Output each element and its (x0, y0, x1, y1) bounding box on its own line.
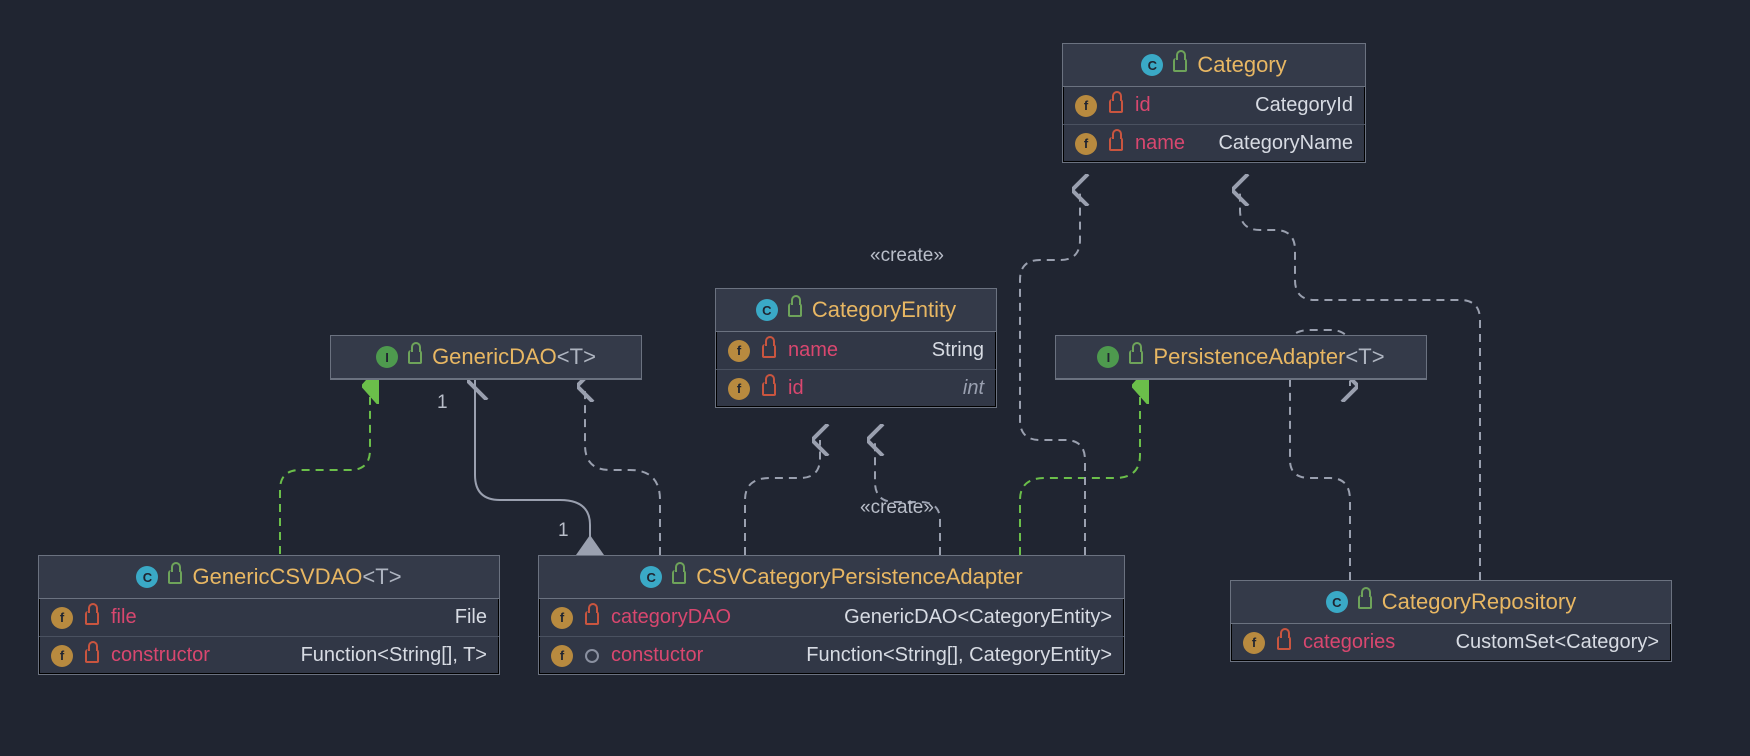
field-name: id (788, 377, 804, 400)
private-icon (85, 649, 99, 663)
field-type: Function<String[], CategoryEntity> (806, 644, 1112, 667)
field-type: Function<String[], T> (301, 644, 487, 667)
visibility-icon (1173, 58, 1187, 72)
private-icon (1109, 137, 1123, 151)
field-row: f constructor Function<String[], T> (39, 636, 499, 674)
field-name: id (1135, 94, 1151, 117)
field-row: f categoryDAO GenericDAO<CategoryEntity> (539, 599, 1124, 636)
class-csvcategorypersistenceadapter[interactable]: C CSVCategoryPersistenceAdapter f catego… (538, 555, 1125, 675)
field-row: f name String (716, 332, 996, 369)
class-icon: C (1141, 54, 1163, 76)
visibility-icon (1358, 595, 1372, 609)
class-title: C GenericCSVDAO<T> (39, 556, 499, 599)
edge-multiplicity: 1 (558, 520, 569, 542)
class-icon: C (640, 566, 662, 588)
private-icon (1277, 636, 1291, 650)
class-name: PersistenceAdapter<T> (1153, 344, 1384, 370)
private-icon (1109, 99, 1123, 113)
class-title: C Category (1063, 44, 1365, 87)
field-row: f name CategoryName (1063, 124, 1365, 162)
field-icon: f (51, 645, 73, 667)
field-name: name (1135, 132, 1185, 155)
field-type: GenericDAO<CategoryEntity> (844, 606, 1112, 629)
visibility-icon (408, 350, 422, 364)
interface-genericdao[interactable]: I GenericDAO<T> (330, 335, 642, 380)
class-icon: C (1326, 591, 1348, 613)
field-name: categoryDAO (611, 606, 731, 629)
field-type: int (963, 377, 984, 400)
interface-persistenceadapter[interactable]: I PersistenceAdapter<T> (1055, 335, 1427, 380)
visibility-icon (1129, 350, 1143, 364)
class-category[interactable]: C Category f id CategoryId f name Catego… (1062, 43, 1366, 163)
visibility-icon (168, 570, 182, 584)
field-icon: f (728, 340, 750, 362)
class-name: GenericCSVDAO<T> (192, 564, 401, 590)
field-type: String (932, 339, 984, 362)
field-row: f file File (39, 599, 499, 636)
class-genericcsvdao[interactable]: C GenericCSVDAO<T> f file File f constru… (38, 555, 500, 675)
class-icon: C (756, 299, 778, 321)
class-name: CategoryRepository (1382, 589, 1576, 615)
edge-multiplicity: 1 (437, 392, 448, 414)
field-name: file (111, 606, 137, 629)
field-name: name (788, 339, 838, 362)
field-icon: f (1075, 133, 1097, 155)
class-title: I PersistenceAdapter<T> (1056, 336, 1426, 379)
class-title: I GenericDAO<T> (331, 336, 641, 379)
field-type: CustomSet<Category> (1456, 631, 1659, 654)
package-icon (585, 649, 599, 663)
class-name: GenericDAO<T> (432, 344, 596, 370)
field-name: constructor (111, 644, 210, 667)
class-categoryrepository[interactable]: C CategoryRepository f categories Custom… (1230, 580, 1672, 662)
field-icon: f (1075, 95, 1097, 117)
class-name: CategoryEntity (812, 297, 956, 323)
field-name: categories (1303, 631, 1395, 654)
interface-icon: I (1097, 346, 1119, 368)
class-name: CSVCategoryPersistenceAdapter (696, 564, 1023, 590)
field-icon: f (1243, 632, 1265, 654)
field-row: f categories CustomSet<Category> (1231, 624, 1671, 661)
private-icon (85, 611, 99, 625)
class-categoryentity[interactable]: C CategoryEntity f name String f id int (715, 288, 997, 408)
field-row: f id CategoryId (1063, 87, 1365, 124)
interface-icon: I (376, 346, 398, 368)
private-icon (762, 344, 776, 358)
class-title: C CategoryRepository (1231, 581, 1671, 624)
field-type: File (455, 606, 487, 629)
field-type: CategoryName (1218, 132, 1353, 155)
field-row: f id int (716, 369, 996, 407)
private-icon (762, 382, 776, 396)
field-icon: f (51, 607, 73, 629)
uml-canvas: C Category f id CategoryId f name Catego… (0, 0, 1750, 756)
private-icon (585, 611, 599, 625)
field-icon: f (551, 645, 573, 667)
class-name: Category (1197, 52, 1286, 78)
class-icon: C (136, 566, 158, 588)
field-name: constuctor (611, 644, 703, 667)
class-title: C CSVCategoryPersistenceAdapter (539, 556, 1124, 599)
visibility-icon (788, 303, 802, 317)
edge-label-create: «create» (860, 497, 934, 519)
edge-label-create: «create» (870, 245, 944, 267)
field-icon: f (728, 378, 750, 400)
field-row: f constuctor Function<String[], Category… (539, 636, 1124, 674)
field-type: CategoryId (1255, 94, 1353, 117)
field-icon: f (551, 607, 573, 629)
visibility-icon (672, 570, 686, 584)
class-title: C CategoryEntity (716, 289, 996, 332)
